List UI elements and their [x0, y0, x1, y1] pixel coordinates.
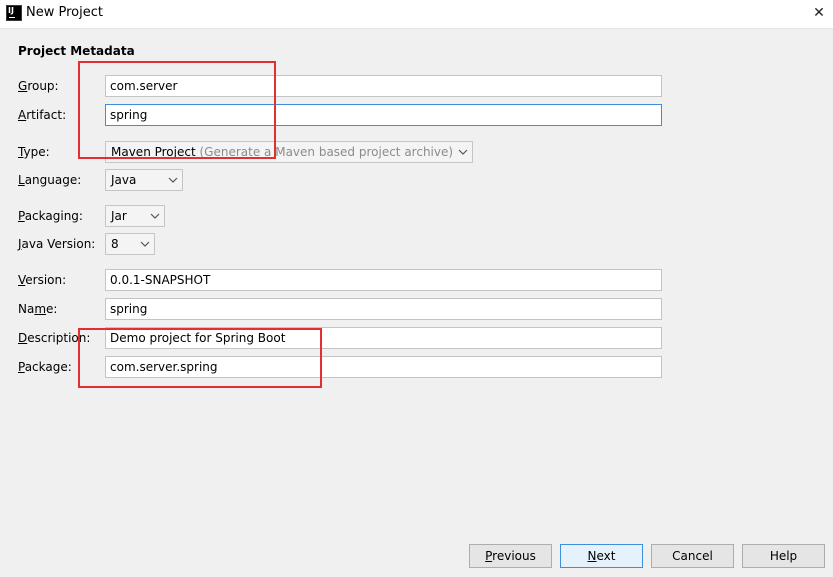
name-field[interactable] — [105, 298, 662, 320]
type-hint: (Generate a Maven based project archive) — [199, 145, 454, 159]
version-field[interactable] — [105, 269, 662, 291]
artifact-label: Artifact: — [18, 108, 67, 122]
close-icon[interactable]: ✕ — [805, 0, 833, 26]
java-version-label: Java Version: — [18, 237, 96, 251]
name-label: Name: — [18, 302, 58, 316]
cancel-button[interactable]: Cancel — [651, 544, 734, 568]
package-field[interactable] — [105, 356, 662, 378]
java-version-selected-value: 8 — [111, 237, 119, 251]
packaging-dropdown[interactable]: Jar — [105, 205, 165, 227]
chevron-down-icon — [140, 241, 150, 247]
type-label: Type: — [18, 145, 50, 159]
help-button[interactable]: Help — [742, 544, 825, 568]
java-version-dropdown[interactable]: 8 — [105, 233, 155, 255]
section-title: Project Metadata — [18, 44, 135, 58]
chevron-down-icon — [150, 213, 160, 219]
chevron-down-icon — [458, 149, 468, 155]
group-label: Group: — [18, 79, 59, 93]
type-dropdown[interactable]: Maven Project (Generate a Maven based pr… — [105, 141, 473, 163]
previous-button[interactable]: Previous — [469, 544, 552, 568]
chevron-down-icon — [168, 177, 178, 183]
app-icon-glyph: IJ — [8, 6, 14, 15]
language-label: Language: — [18, 173, 82, 187]
title-bar: IJ New Project ✕ — [0, 0, 833, 29]
package-label: Package: — [18, 360, 72, 374]
intellij-app-icon: IJ — [6, 5, 22, 21]
packaging-label: Packaging: — [18, 209, 83, 223]
description-field[interactable] — [105, 327, 662, 349]
window-title: New Project — [26, 5, 103, 20]
next-button[interactable]: Next — [560, 544, 643, 568]
group-field[interactable] — [105, 75, 662, 97]
packaging-selected-value: Jar — [111, 209, 127, 223]
language-selected-value: Java — [111, 173, 137, 187]
type-selected-value: Maven Project — [111, 145, 196, 159]
artifact-field[interactable] — [105, 104, 662, 126]
language-dropdown[interactable]: Java — [105, 169, 183, 191]
version-label: Version: — [18, 273, 67, 287]
description-label: Description: — [18, 331, 91, 345]
